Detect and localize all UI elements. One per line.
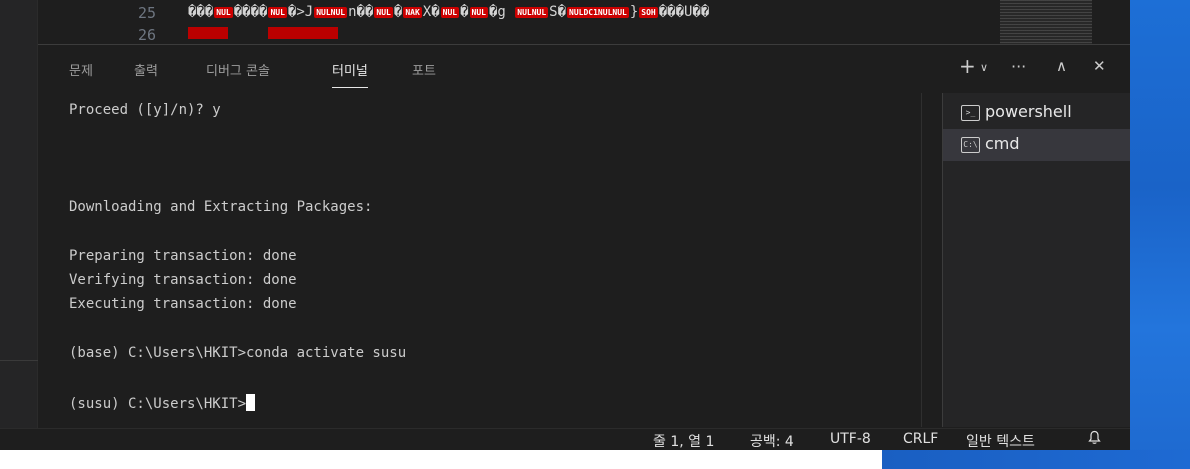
powershell-icon: >_ [961, 105, 980, 121]
line-number: 25 [137, 4, 156, 22]
terminal-prompt-line: (susu) C:\Users\HKIT> [69, 394, 256, 412]
vscode-window: 25 26 ��� NUL ���� NUL �>J NULNUL n�� NUL � NAK X�… [0, 0, 1130, 450]
terminal-prompt: (susu) C:\Users\HKIT> [69, 396, 247, 412]
terminal-line: Proceed ([y]/n)? y [69, 102, 221, 118]
editor-line-25: ��� NUL ���� NUL �>J NULNUL n�� NUL � NAK X� NUL � NU… [188, 4, 710, 20]
maximize-panel-chevron-up-icon[interactable]: ∧ [1056, 57, 1067, 75]
terminal-line: (base) C:\Users\HKIT>conda activate susu [69, 345, 407, 361]
control-char-badge: NULDC1NULNUL [567, 6, 629, 18]
activity-bar-divider [0, 360, 38, 361]
terminal-line: Preparing transaction: done [69, 248, 297, 264]
terminal-line: Verifying transaction: done [69, 272, 297, 288]
control-char-badge: NUL [469, 6, 488, 18]
editor-area[interactable]: 25 26 ��� NUL ���� NUL �>J NULNUL n�� NUL � NAK X�… [38, 0, 1130, 44]
tab-debug-console[interactable]: 디버그 콘솔 [206, 60, 270, 79]
status-eol[interactable]: CRLF [903, 431, 938, 447]
control-char-block [268, 27, 338, 39]
control-char-badge: NUL [374, 6, 393, 18]
new-terminal-plus-icon[interactable]: + [959, 54, 976, 78]
status-language-mode[interactable]: 일반 텍스트 [966, 431, 1035, 450]
minimap[interactable] [1000, 0, 1092, 44]
control-char-badge: SOH [639, 6, 658, 18]
control-char-badge: NUL [268, 6, 287, 18]
terminal-line: Downloading and Extracting Packages: [69, 199, 373, 215]
more-actions-ellipsis-icon[interactable]: ··· [1011, 57, 1026, 76]
line-number: 26 [137, 26, 156, 44]
status-cursor-position[interactable]: 줄 1, 열 1 [653, 431, 714, 450]
tab-output[interactable]: 출력 [134, 60, 158, 79]
terminal-output[interactable]: Proceed ([y]/n)? y Downloading and Extra… [69, 100, 919, 425]
status-indentation[interactable]: 공백: 4 [750, 431, 794, 450]
terminal-scrollbar[interactable] [921, 93, 935, 427]
control-char-block [188, 27, 228, 39]
new-terminal-dropdown-chevron-icon[interactable]: ∨ [980, 61, 988, 74]
bottom-panel: 문제 출력 디버그 콘솔 터미널 포트 + ∨ ··· ∧ ✕ Proceed … [38, 44, 1130, 428]
terminal-item-label: cmd [985, 134, 1020, 153]
control-char-badge: NUL [440, 6, 460, 18]
terminal-item-label: powershell [985, 102, 1072, 121]
terminal-cursor [246, 394, 256, 411]
cmd-icon: C:\ [961, 137, 980, 153]
notifications-bell-icon[interactable] [1088, 430, 1101, 449]
terminal-tabs-list: >_ powershell C:\ cmd [942, 93, 1130, 427]
status-encoding[interactable]: UTF-8 [830, 431, 871, 447]
tab-ports[interactable]: 포트 [412, 60, 436, 79]
panel-actions: + ∨ ··· ∧ ✕ [953, 54, 1123, 81]
desktop-wallpaper [1130, 0, 1190, 469]
control-char-badge: NULNUL [314, 6, 348, 18]
control-char-badge: NAK [403, 6, 422, 18]
status-bar: 줄 1, 열 1 공백: 4 UTF-8 CRLF 일반 텍스트 [0, 428, 1130, 450]
terminal-item-cmd[interactable]: C:\ cmd [943, 129, 1130, 161]
tab-problems[interactable]: 문제 [69, 60, 93, 79]
activity-bar [0, 0, 38, 428]
control-char-badge: NUL [214, 6, 233, 18]
panel-tabs: 문제 출력 디버그 콘솔 터미널 포트 [38, 45, 918, 95]
tab-terminal[interactable]: 터미널 [332, 60, 368, 88]
close-panel-icon[interactable]: ✕ [1093, 57, 1106, 75]
terminal-line: Executing transaction: done [69, 296, 297, 312]
control-char-badge: NULNUL [515, 6, 549, 18]
desktop-wallpaper-bottom [882, 450, 1190, 469]
terminal-item-powershell[interactable]: >_ powershell [943, 97, 1130, 129]
